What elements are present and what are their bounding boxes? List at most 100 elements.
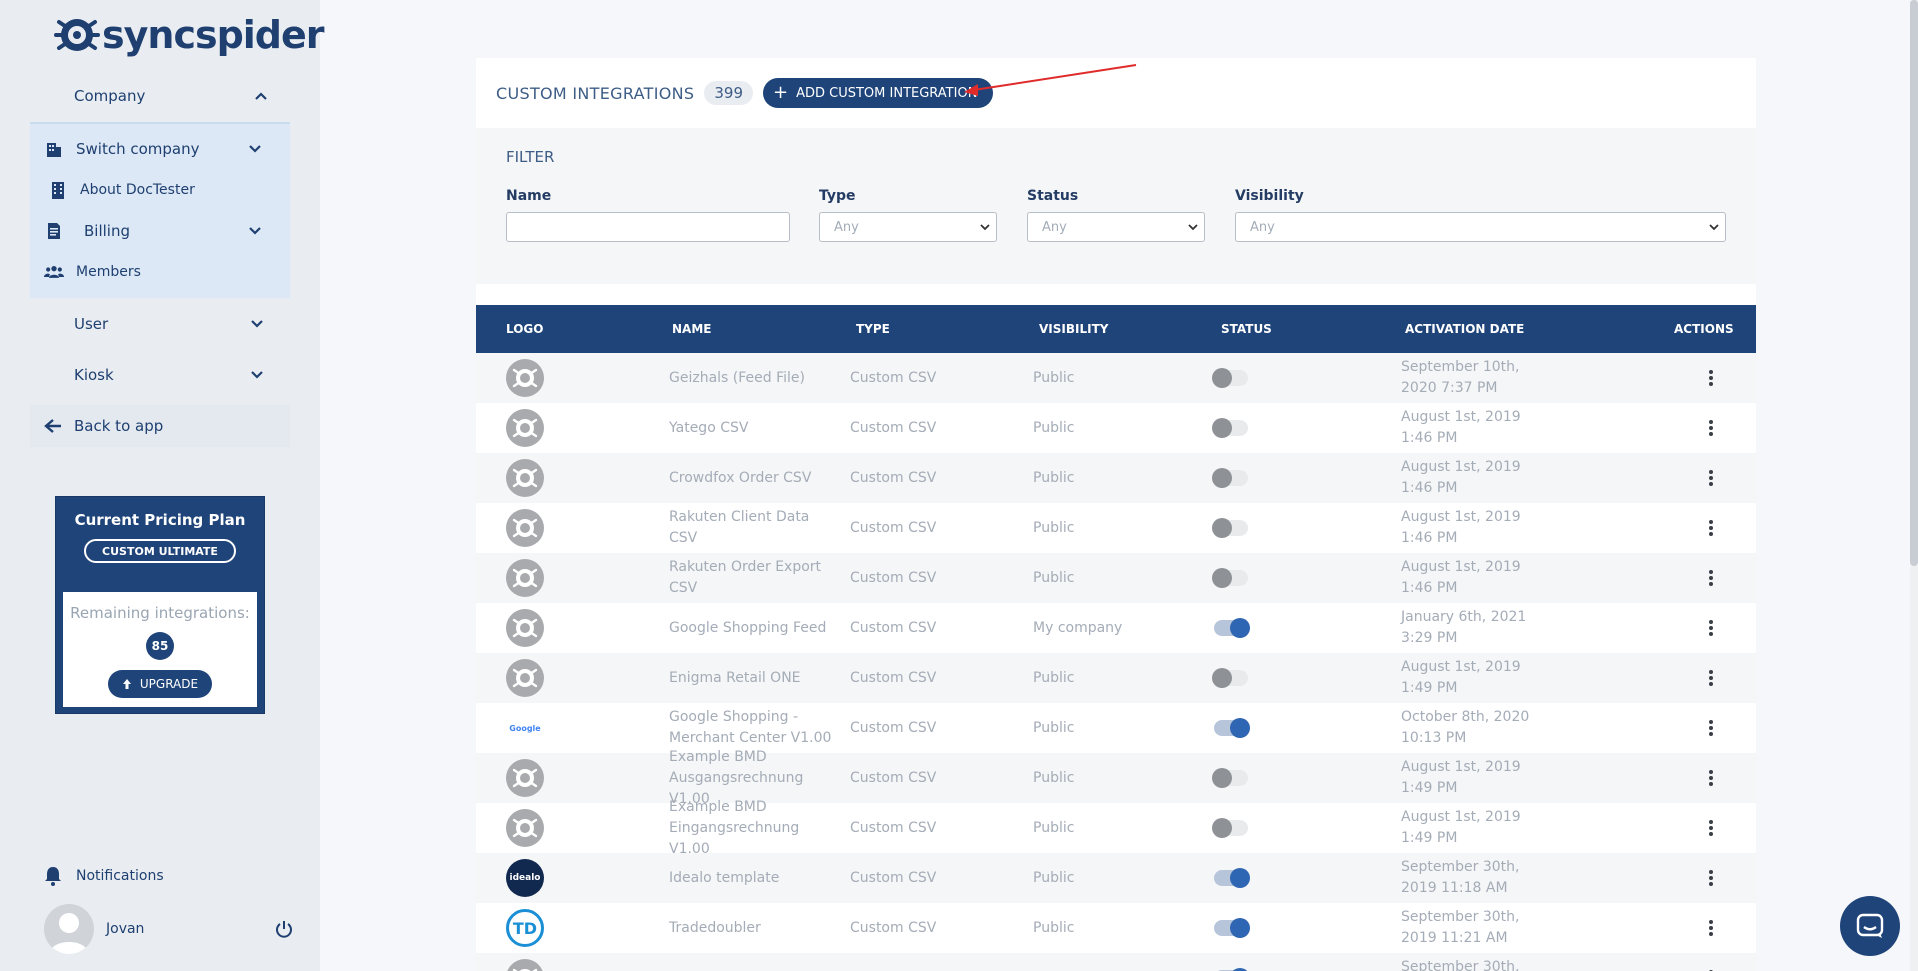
actions-cell <box>1709 603 1713 653</box>
more-actions-icon[interactable] <box>1709 470 1713 486</box>
table-row[interactable]: Crowdfox Order CSV Custom CSV Public August… <box>476 453 1756 503</box>
table-row[interactable]: Geizhals (Feed File) Custom CSV Public Sept… <box>476 353 1756 403</box>
table-row[interactable]: Example BMD Ausgangsrechnung V1.00 Custom… <box>476 749 1756 807</box>
status-toggle[interactable] <box>1214 868 1250 888</box>
column-header-visibility[interactable]: VISIBILITY <box>1039 305 1108 353</box>
more-actions-icon[interactable] <box>1709 770 1713 786</box>
integration-name[interactable]: Yatego CSV <box>669 403 839 453</box>
integration-visibility: Public <box>1033 769 1075 786</box>
status-toggle[interactable] <box>1212 818 1248 838</box>
integration-name[interactable]: Geizhals (Feed File) <box>669 353 839 403</box>
status-toggle[interactable] <box>1212 368 1248 388</box>
plus-icon: + <box>773 82 789 103</box>
power-icon[interactable] <box>274 919 294 939</box>
type-filter-select[interactable]: Any <box>819 212 997 242</box>
sidebar-item-label: Switch company <box>76 139 200 158</box>
status-toggle[interactable] <box>1212 768 1248 788</box>
integration-name[interactable]: Idealo template <box>669 853 839 903</box>
table-row[interactable]: Google Shopping Feed Custom CSV My company… <box>476 603 1756 653</box>
more-actions-icon[interactable] <box>1709 720 1713 736</box>
status-cell <box>1212 753 1248 803</box>
sidebar-item-about-doctester[interactable]: About DocTester <box>30 169 290 210</box>
remaining-label: Remaining integrations: <box>70 604 250 622</box>
toggle-knob <box>1230 918 1250 938</box>
table-row[interactable]: Google Google Shopping - Merchant Center … <box>476 703 1756 753</box>
integration-name[interactable]: Tradedoubler <box>669 903 839 953</box>
status-toggle[interactable] <box>1212 568 1248 588</box>
more-actions-icon[interactable] <box>1709 420 1713 436</box>
type-filter-label: Type <box>819 188 856 204</box>
more-actions-icon[interactable] <box>1709 570 1713 586</box>
remaining-count: 85 <box>146 632 174 660</box>
more-actions-icon[interactable] <box>1709 920 1713 936</box>
page-scrollbar[interactable] <box>1910 0 1918 971</box>
table-row[interactable]: Yatego CSV Custom CSV Public August 1st, 20… <box>476 403 1756 453</box>
integration-visibility: Public <box>1033 869 1075 886</box>
name-filter-label: Name <box>506 188 552 204</box>
integration-name[interactable] <box>669 953 839 971</box>
notifications-link[interactable]: Notifications <box>44 866 164 886</box>
more-actions-icon[interactable] <box>1709 520 1713 536</box>
sidebar-item-company[interactable]: Company <box>30 70 290 122</box>
chat-launcher-button[interactable] <box>1840 896 1900 956</box>
column-header-activation-date[interactable]: ACTIVATION DATE <box>1405 305 1524 353</box>
status-toggle[interactable] <box>1212 518 1248 538</box>
integration-name[interactable]: Enigma Retail ONE <box>669 653 839 703</box>
back-to-app-button[interactable]: Back to app <box>30 405 290 447</box>
table-row[interactable]: Example BMD Eingangsrechnung V1.00 Custom… <box>476 799 1756 857</box>
integration-name[interactable]: Google Shopping Feed <box>669 603 839 653</box>
sidebar-item-billing[interactable]: Billing <box>30 210 290 251</box>
add-custom-integration-button[interactable]: + ADD CUSTOM INTEGRATION <box>763 78 994 108</box>
status-toggle[interactable] <box>1212 418 1248 438</box>
arrow-up-icon <box>122 679 131 689</box>
visibility-filter-value: Any <box>1250 219 1275 235</box>
status-toggle[interactable] <box>1214 918 1250 938</box>
upgrade-button[interactable]: UPGRADE <box>108 670 212 698</box>
more-actions-icon[interactable] <box>1709 370 1713 386</box>
column-header-type[interactable]: TYPE <box>856 305 890 353</box>
status-cell <box>1212 403 1248 453</box>
integration-name[interactable]: Rakuten Order Export CSV <box>669 553 839 603</box>
integration-visibility: Public <box>1033 569 1075 586</box>
status-cell <box>1212 803 1248 853</box>
chevron-down-icon <box>249 144 261 153</box>
table-row[interactable]: Rakuten Client Data CSV Custom CSV Public A… <box>476 503 1756 553</box>
table-row[interactable]: Enigma Retail ONE Custom CSV Public August … <box>476 653 1756 703</box>
more-actions-icon[interactable] <box>1709 870 1713 886</box>
chat-icon <box>1856 913 1884 938</box>
scrollbar-thumb[interactable] <box>1910 0 1918 566</box>
table-row[interactable]: TD Tradedoubler Custom CSV Public September … <box>476 903 1756 953</box>
integration-visibility: Public <box>1033 469 1075 486</box>
add-button-label: ADD CUSTOM INTEGRATION <box>796 85 978 101</box>
brand-logo[interactable]: syncspider <box>54 12 325 58</box>
actions-cell <box>1709 403 1713 453</box>
sidebar-item-kiosk[interactable]: Kiosk <box>30 349 290 400</box>
integration-name[interactable]: Rakuten Client Data CSV <box>669 503 839 553</box>
building-icon <box>48 180 68 200</box>
column-header-status[interactable]: STATUS <box>1221 305 1272 353</box>
more-actions-icon[interactable] <box>1709 820 1713 836</box>
status-toggle[interactable] <box>1212 668 1248 688</box>
sidebar-item-user[interactable]: User <box>30 298 290 349</box>
table-row[interactable]: idealo Idealo template Custom CSV Public Sep… <box>476 853 1756 903</box>
more-actions-icon[interactable] <box>1709 670 1713 686</box>
status-toggle[interactable] <box>1214 718 1250 738</box>
integration-name[interactable]: Crowdfox Order CSV <box>669 453 839 503</box>
table-body: Geizhals (Feed File) Custom CSV Public Sept… <box>476 353 1756 971</box>
visibility-filter-select[interactable]: Any <box>1235 212 1726 242</box>
integration-name[interactable]: Google Shopping - Merchant Center V1.00 <box>669 703 839 753</box>
column-header-name[interactable]: NAME <box>672 305 711 353</box>
table-row[interactable]: September 30th, 2019 11:16 <box>476 953 1756 971</box>
sidebar-item-switch-company[interactable]: Switch company <box>30 128 290 169</box>
sidebar-item-members[interactable]: Members <box>30 251 290 292</box>
integration-name[interactable]: Example BMD Ausgangsrechnung V1.00 <box>669 749 839 807</box>
user-profile[interactable]: Jovan <box>44 904 294 954</box>
status-filter-select[interactable]: Any <box>1027 212 1205 242</box>
sidebar-item-label: About DocTester <box>80 181 195 198</box>
integration-name[interactable]: Example BMD Eingangsrechnung V1.00 <box>669 799 839 857</box>
table-row[interactable]: Rakuten Order Export CSV Custom CSV Public… <box>476 553 1756 603</box>
name-filter-input[interactable] <box>506 212 790 242</box>
status-toggle[interactable] <box>1212 468 1248 488</box>
more-actions-icon[interactable] <box>1709 620 1713 636</box>
status-toggle[interactable] <box>1214 618 1250 638</box>
